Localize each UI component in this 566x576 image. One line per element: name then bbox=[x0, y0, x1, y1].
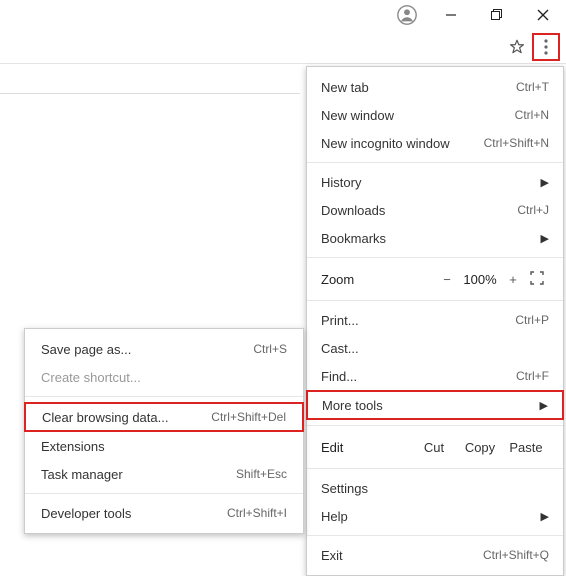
menu-item-history[interactable]: History▶ bbox=[307, 168, 563, 196]
edit-copy-button[interactable]: Copy bbox=[457, 440, 503, 455]
menu-item-bookmarks[interactable]: Bookmarks▶ bbox=[307, 224, 563, 252]
close-button[interactable] bbox=[520, 0, 566, 30]
chrome-menu-button[interactable] bbox=[532, 33, 560, 61]
menu-item-find[interactable]: Find...Ctrl+F bbox=[307, 362, 563, 390]
page-content-edge bbox=[0, 64, 300, 94]
menu-separator bbox=[307, 300, 563, 301]
chrome-main-menu: New tabCtrl+T New windowCtrl+N New incog… bbox=[306, 66, 564, 576]
menu-item-print[interactable]: Print...Ctrl+P bbox=[307, 306, 563, 334]
menu-item-edit-row: Edit Cut Copy Paste bbox=[307, 431, 563, 463]
edit-cut-button[interactable]: Cut bbox=[411, 440, 457, 455]
menu-item-zoom: Zoom − 100% + bbox=[307, 263, 563, 295]
window-titlebar bbox=[0, 0, 566, 30]
highlight-clear-browsing-data: Clear browsing data...Ctrl+Shift+Del bbox=[24, 402, 304, 432]
highlight-more-tools: More tools▶ bbox=[306, 390, 564, 420]
menu-item-cast[interactable]: Cast... bbox=[307, 334, 563, 362]
submenu-item-developer-tools[interactable]: Developer toolsCtrl+Shift+I bbox=[25, 499, 303, 527]
zoom-out-button[interactable]: − bbox=[435, 272, 459, 287]
profile-avatar-icon[interactable] bbox=[396, 4, 418, 26]
menu-separator bbox=[307, 257, 563, 258]
chevron-right-icon: ▶ bbox=[541, 232, 549, 245]
menu-item-exit[interactable]: ExitCtrl+Shift+Q bbox=[307, 541, 563, 569]
menu-item-new-window[interactable]: New windowCtrl+N bbox=[307, 101, 563, 129]
submenu-item-save-page[interactable]: Save page as...Ctrl+S bbox=[25, 335, 303, 363]
menu-separator bbox=[307, 162, 563, 163]
browser-toolbar bbox=[0, 30, 566, 64]
maximize-button[interactable] bbox=[474, 0, 520, 30]
menu-separator bbox=[307, 425, 563, 426]
menu-item-downloads[interactable]: DownloadsCtrl+J bbox=[307, 196, 563, 224]
chevron-right-icon: ▶ bbox=[541, 176, 549, 189]
edit-paste-button[interactable]: Paste bbox=[503, 440, 549, 455]
menu-item-settings[interactable]: Settings bbox=[307, 474, 563, 502]
vertical-dots-icon bbox=[544, 39, 548, 55]
submenu-item-create-shortcut[interactable]: Create shortcut... bbox=[25, 363, 303, 391]
zoom-percent: 100% bbox=[459, 272, 501, 287]
menu-separator bbox=[307, 468, 563, 469]
submenu-item-extensions[interactable]: Extensions bbox=[25, 432, 303, 460]
menu-separator bbox=[25, 493, 303, 494]
zoom-in-button[interactable]: + bbox=[501, 272, 525, 287]
chevron-right-icon: ▶ bbox=[541, 510, 549, 523]
bookmark-star-icon[interactable] bbox=[508, 38, 526, 56]
menu-separator bbox=[25, 396, 303, 397]
chevron-right-icon: ▶ bbox=[540, 399, 548, 412]
menu-separator bbox=[307, 535, 563, 536]
fullscreen-icon[interactable] bbox=[525, 271, 549, 288]
menu-item-new-incognito[interactable]: New incognito windowCtrl+Shift+N bbox=[307, 129, 563, 157]
menu-item-new-tab[interactable]: New tabCtrl+T bbox=[307, 73, 563, 101]
submenu-item-clear-browsing-data[interactable]: Clear browsing data...Ctrl+Shift+Del bbox=[26, 404, 302, 430]
menu-item-more-tools[interactable]: More tools▶ bbox=[308, 392, 562, 418]
minimize-button[interactable] bbox=[428, 0, 474, 30]
more-tools-submenu: Save page as...Ctrl+S Create shortcut...… bbox=[24, 328, 304, 534]
window-controls bbox=[428, 0, 566, 30]
submenu-item-task-manager[interactable]: Task managerShift+Esc bbox=[25, 460, 303, 488]
menu-item-help[interactable]: Help▶ bbox=[307, 502, 563, 530]
